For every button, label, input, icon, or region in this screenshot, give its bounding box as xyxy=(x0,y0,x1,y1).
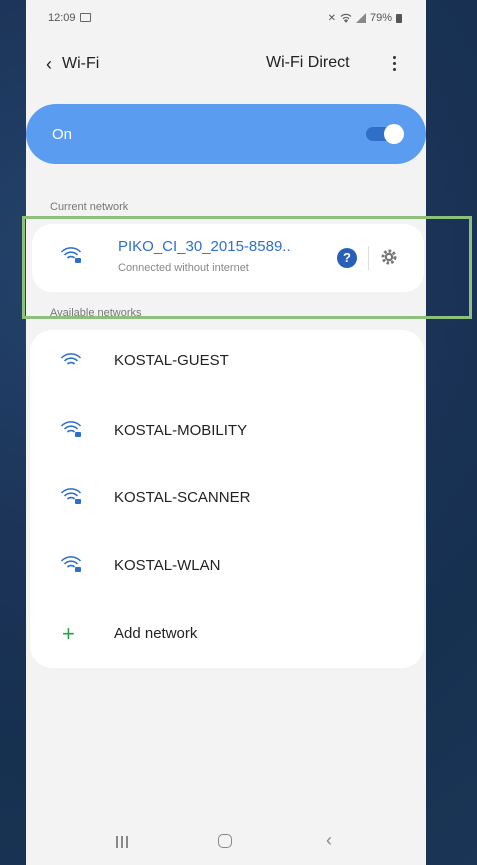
wifi-lock-icon xyxy=(60,488,82,504)
more-options-icon[interactable] xyxy=(386,52,402,74)
current-network-ssid: PIKO_CI_30_2015-8589.. xyxy=(118,238,291,255)
current-network-item[interactable]: PIKO_CI_30_2015-8589.. Connected without… xyxy=(32,224,424,292)
current-network-status: Connected without internet xyxy=(118,262,249,274)
wifi-direct-button[interactable]: Wi-Fi Direct xyxy=(266,54,350,72)
status-bar: 12:09 ✕ 79% xyxy=(26,0,426,36)
app-header: ‹ Wi-Fi Wi-Fi Direct xyxy=(26,40,426,88)
network-item-kostal-guest[interactable]: KOSTAL-GUEST xyxy=(30,330,424,394)
signal-icon xyxy=(355,13,366,23)
question-icon[interactable]: ? xyxy=(337,248,357,268)
network-ssid: KOSTAL-WLAN xyxy=(114,557,221,574)
network-item-kostal-mobility[interactable]: KOSTAL-MOBILITY xyxy=(30,400,424,464)
image-notification-icon xyxy=(80,13,91,22)
network-ssid: KOSTAL-SCANNER xyxy=(114,489,251,506)
network-item-kostal-scanner[interactable]: KOSTAL-SCANNER xyxy=(30,467,424,531)
wifi-open-icon xyxy=(60,353,82,365)
network-item-kostal-wlan[interactable]: KOSTAL-WLAN xyxy=(30,535,424,599)
add-network-button[interactable]: + Add network xyxy=(30,603,424,667)
back-arrow-icon: ‹ xyxy=(46,54,52,74)
navigation-bar: ‹ xyxy=(26,820,426,865)
gear-icon[interactable] xyxy=(378,246,400,268)
page-title: Wi-Fi xyxy=(62,55,100,72)
recent-apps-icon[interactable] xyxy=(116,836,130,848)
status-indicators: ✕ 79% xyxy=(328,12,402,24)
wifi-status-icon xyxy=(340,13,352,23)
phone-screen: 12:09 ✕ 79% ‹ Wi-Fi Wi-Fi Direct On Curr… xyxy=(26,0,426,865)
home-icon[interactable] xyxy=(218,834,232,848)
battery-icon xyxy=(396,13,402,23)
back-button[interactable]: ‹ Wi-Fi xyxy=(46,50,106,78)
status-time: 12:09 xyxy=(48,12,76,24)
add-network-label: Add network xyxy=(114,625,198,642)
wifi-lock-icon xyxy=(60,421,82,437)
wifi-master-toggle-bar[interactable]: On xyxy=(26,104,426,164)
wifi-toggle-switch[interactable] xyxy=(366,124,404,144)
nav-back-icon[interactable]: ‹ xyxy=(326,830,332,851)
available-networks-list: KOSTAL-GUEST KOSTAL-MOBILITY KOSTAL-SCAN… xyxy=(30,330,424,668)
mute-icon: ✕ xyxy=(327,12,336,24)
current-network-label: Current network xyxy=(50,201,129,213)
battery-percent: 79% xyxy=(369,12,392,24)
toggle-label: On xyxy=(52,126,73,143)
plus-icon: + xyxy=(62,621,75,646)
wifi-lock-icon xyxy=(60,556,82,572)
network-ssid: KOSTAL-MOBILITY xyxy=(114,422,248,439)
network-ssid: KOSTAL-GUEST xyxy=(114,352,229,369)
wifi-lock-icon xyxy=(60,247,82,263)
divider xyxy=(368,246,369,270)
available-networks-label: Available networks xyxy=(50,307,142,319)
